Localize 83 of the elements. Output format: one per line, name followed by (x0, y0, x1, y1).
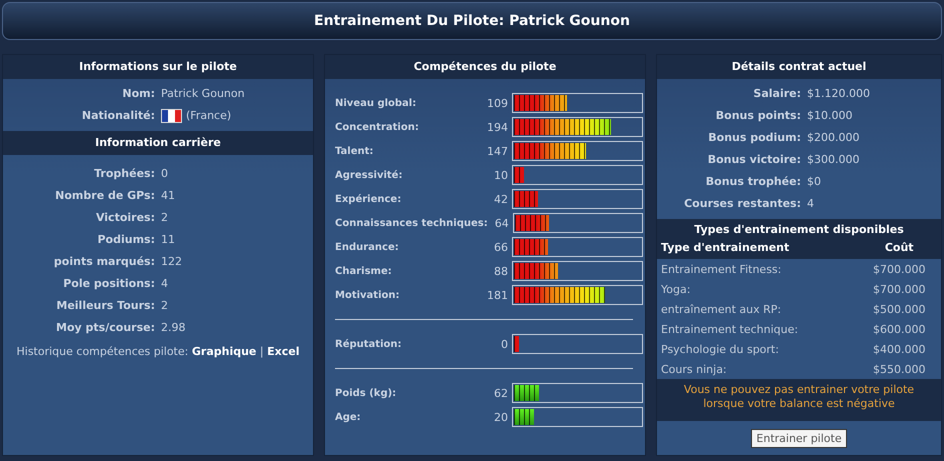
skill-label: Niveau global: (335, 98, 418, 108)
field-value: 2 (161, 298, 169, 314)
section-heading: Compétences du pilote (325, 55, 645, 79)
graph-link[interactable]: Graphique (192, 345, 256, 358)
skill-label: Talent: (335, 146, 374, 156)
field-label: Salaire: (752, 86, 801, 102)
skill-label: Age: (335, 412, 362, 422)
section-heading: Information carrière (3, 131, 313, 155)
page-title: Entrainement Du Pilote: Patrick Gounon (2, 2, 942, 40)
field-label: points marqués: (52, 254, 155, 270)
table-cell-text: $500.000 (872, 302, 926, 318)
table-cell-text: Cours ninja: (660, 362, 728, 378)
section-heading: Détails contrat actuel (657, 55, 941, 79)
skill-value: 0 (500, 338, 508, 350)
skill-value: 42 (493, 192, 508, 206)
table-cell: Entrainement Fitness: (657, 259, 858, 279)
skill-value: 194 (486, 120, 508, 134)
field-value: 122 (161, 254, 183, 270)
skill-value: 10 (493, 168, 508, 182)
field-value: 41 (161, 188, 176, 204)
field-label: Nombre de GPs: (54, 188, 155, 204)
field-value: $1.120.000 (807, 86, 871, 102)
flag-icon (161, 108, 182, 123)
table-cell-text: Psychologie du sport: (660, 342, 780, 358)
table-cell-text: entraînement aux RP: (660, 302, 782, 318)
field-label: Bonus points: (714, 108, 801, 124)
skill-value: 66 (493, 240, 508, 254)
table-cell: $700.000 (857, 259, 941, 279)
separator: | (260, 345, 264, 358)
field-label: Nationalité: (80, 108, 155, 124)
field-label: Bonus trophée: (704, 174, 801, 190)
section-heading: Types d'entrainement disponibles (657, 219, 941, 239)
skill-value: 88 (493, 264, 508, 278)
table-cell-text: $700.000 (872, 282, 926, 298)
warning-message: Vous ne pouvez pas entrainer votre pilote lorsque votre balance est négative (657, 379, 941, 421)
field-value: (France) (186, 109, 232, 122)
skill-label: Concentration: (335, 122, 420, 132)
section-heading: Informations sur le pilote (3, 55, 313, 79)
skill-label: Endurance: (335, 242, 400, 252)
field-label: Pole positions: (62, 276, 155, 292)
skill-value: 62 (493, 386, 508, 400)
skill-value: 109 (486, 96, 508, 110)
skill-label: Expérience: (335, 194, 402, 204)
field-label: Trophées: (93, 166, 155, 182)
field-label: Bonus victoire: (706, 152, 801, 168)
skill-label: Motivation: (335, 290, 400, 300)
field-value: $0 (807, 174, 822, 190)
history-label: Historique compétences pilote: (16, 345, 188, 358)
table-cell-text: $400.000 (872, 342, 926, 358)
field-value: 2.98 (161, 320, 186, 336)
skill-value: 181 (486, 288, 508, 302)
field-label: Moy pts/course: (55, 320, 155, 336)
column-header: Coût (857, 239, 941, 259)
field-label: Bonus podium: (707, 130, 801, 146)
skill-label: Réputation: (335, 338, 402, 350)
field-value: 4 (161, 276, 169, 292)
table-cell-text: $600.000 (872, 322, 926, 338)
skill-label: Connaissances techniques: (335, 218, 487, 228)
field-value: $300.000 (807, 152, 860, 168)
skill-label: Agressivité: (335, 170, 404, 180)
field-value: $200.000 (807, 130, 860, 146)
skill-value: 147 (486, 144, 508, 158)
skill-label: Poids (kg): (335, 388, 398, 398)
field-value: $10.000 (807, 108, 854, 124)
skill-value: 20 (493, 410, 508, 424)
table-cell-text: Entrainement technique: (660, 322, 800, 338)
field-label: Victoires: (94, 210, 155, 226)
field-value: 11 (161, 232, 176, 248)
field-label: Courses restantes: (683, 196, 801, 212)
excel-link[interactable]: Excel (267, 345, 300, 358)
field-value: 0 (161, 166, 169, 182)
field-label: Meilleurs Tours: (55, 298, 155, 314)
field-label: Podiums: (96, 232, 155, 248)
table-cell-text: Yoga: (660, 282, 692, 298)
field-label: Nom: (121, 86, 155, 102)
skill-value: 64 (494, 216, 509, 230)
train-button[interactable]: Entrainer pilote (751, 429, 847, 448)
column-header: Type d'entrainement (657, 239, 858, 259)
skill-label: Charisme: (335, 266, 393, 276)
field-value: Patrick Gounon (161, 86, 246, 102)
field-value: 4 (807, 196, 815, 212)
table-cell-text: $550.000 (872, 362, 926, 378)
field-value: 2 (161, 210, 169, 226)
